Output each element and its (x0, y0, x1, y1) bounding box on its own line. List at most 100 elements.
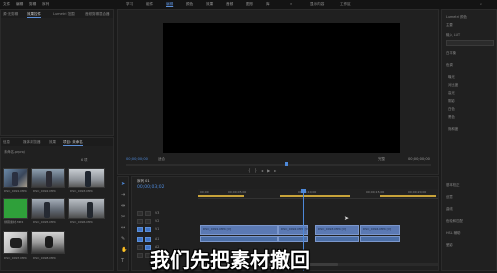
track-target-toggle[interactable] (137, 237, 143, 242)
track-name: V3 (155, 211, 160, 215)
source-tabstrip: 源·无剪辑 效果控件 Lumetri 范围 音频剪辑混合器 (1, 10, 113, 18)
program-timecode-in[interactable]: 00;00;00;00 (126, 157, 148, 161)
section-hsl[interactable]: HSL 辅助 (446, 230, 460, 235)
media-thumbnail[interactable] (31, 198, 65, 219)
ripple-edit-tool-icon[interactable]: ⇹ (121, 203, 125, 209)
section-color-wheels[interactable]: 色轮和匹配 (446, 218, 463, 223)
program-scrub-bar[interactable] (126, 164, 431, 166)
shadows-label: 阴影 (448, 99, 455, 103)
media-thumbnail[interactable] (68, 168, 105, 188)
media-thumbnail[interactable] (68, 198, 105, 219)
menu-sequence[interactable]: 序列 (42, 2, 49, 7)
track-lock-toggle[interactable] (145, 211, 151, 216)
zoom-fit-select[interactable]: 适合 (158, 157, 165, 162)
workspace-graphics[interactable]: 图形 (246, 2, 253, 7)
blacks-label: 黑色 (448, 115, 455, 119)
track-select-tool-icon[interactable]: ⇥ (121, 192, 125, 198)
video-clip[interactable]: DSC_0094.MP4 [V] (360, 225, 400, 235)
ruler-tick-label: 00;00 (200, 190, 209, 194)
media-thumbnail[interactable] (31, 168, 65, 188)
lut-select[interactable] (446, 40, 494, 46)
timeline-timecode[interactable]: 00;00;03;02 (137, 185, 164, 190)
track-target-toggle[interactable] (137, 253, 143, 258)
workspace-editing[interactable]: 编辑 (166, 2, 173, 7)
tab-source[interactable]: 源·无剪辑 (3, 12, 18, 17)
thumbnail-name: DSC_0091.MP4 (4, 189, 27, 193)
time-ruler[interactable]: 00;00 00;00;05;00 00;00;10;00 00;00;15;0… (198, 189, 438, 199)
section-vignette[interactable]: 晕影 (446, 242, 453, 247)
tab-project-active[interactable]: 项目: 未命名 (63, 140, 83, 146)
track-target-toggle[interactable] (137, 227, 143, 232)
audio-clip[interactable] (360, 236, 400, 242)
workspace-effects[interactable]: 效果 (206, 2, 213, 7)
video-clip[interactable]: DSC_0091.MP4 [V] (200, 225, 278, 235)
work-area-bar[interactable] (280, 195, 350, 197)
track-target-toggle[interactable] (137, 211, 143, 216)
clip-label: DSC_0094.MP4 [V] (363, 227, 392, 231)
menu-file[interactable]: 文件 (3, 2, 10, 7)
section-curves[interactable]: 曲线 (446, 206, 453, 211)
type-tool-icon[interactable]: T (121, 258, 124, 264)
track-name: V1 (155, 227, 160, 231)
menu-edit[interactable]: 编辑 (16, 2, 23, 7)
section-creative[interactable]: 创意 (446, 194, 453, 199)
lumetri-primary[interactable]: 主要 (446, 22, 453, 27)
tab-project[interactable]: 信息 (3, 140, 10, 145)
audio-clip[interactable] (315, 236, 359, 242)
track-target-toggle[interactable] (137, 245, 143, 250)
playback-resolution-select[interactable]: 完整 (378, 157, 385, 162)
track-target-toggle[interactable] (137, 219, 143, 224)
saturation-label: 饱和度 (448, 127, 459, 131)
lumetri-title: Lumetri 颜色 (446, 15, 467, 19)
workspace-more[interactable]: » (290, 2, 292, 6)
media-thumbnail[interactable] (3, 168, 28, 188)
workspace-color[interactable]: 颜色 (186, 2, 193, 7)
workspace-menu[interactable]: 工作区 (340, 2, 351, 7)
tools-panel: ➤ ⇥ ⇹ ✂ ↔ ✎ ✋ T (117, 176, 129, 271)
clip-label: DSC_0091.MP4 [V] (203, 227, 232, 231)
slip-tool-icon[interactable]: ↔ (121, 225, 125, 231)
lumetri-input-lut[interactable]: 输入 LUT (446, 32, 460, 37)
media-thumbnail[interactable] (3, 231, 28, 254)
person-figure (44, 202, 50, 218)
project-tabstrip: 信息 媒体浏览器 效果 项目: 未命名 (1, 138, 113, 146)
media-thumbnail[interactable] (3, 198, 28, 219)
track-source-patch[interactable] (145, 237, 151, 242)
razor-tool-icon[interactable]: ✂ (121, 214, 125, 220)
show-content[interactable]: 显示内容 (310, 2, 324, 7)
hand-tool-icon[interactable]: ✋ (121, 247, 127, 253)
project-file-name: 未命名.prproj (4, 150, 25, 154)
person-figure (85, 171, 91, 187)
track-source-patch[interactable] (145, 227, 151, 232)
track-lock-toggle[interactable] (145, 219, 151, 224)
tab-lumetri-scopes[interactable]: Lumetri 范围 (53, 12, 75, 17)
whites-label: 白色 (448, 107, 455, 111)
media-thumbnail[interactable] (31, 231, 65, 254)
timeline-sequence-tab[interactable]: 序列 01 (137, 179, 150, 184)
search-icon[interactable]: ⌕ (480, 2, 482, 6)
work-area-bar[interactable] (198, 195, 244, 197)
program-monitor: 00;00;00;00 适合 完整 00;00;00;00 {}◂▶▸ (117, 9, 439, 175)
program-playhead[interactable] (285, 162, 288, 166)
section-basic[interactable]: 基本校正 (446, 182, 460, 187)
workspace-audio[interactable]: 音频 (226, 2, 233, 7)
track-name: A1 (155, 237, 160, 241)
video-subtitle: 我们先把素材撤回 (150, 248, 310, 272)
tab-audio-clip-mixer[interactable]: 音频剪辑混合器 (85, 12, 110, 17)
pen-tool-icon[interactable]: ✎ (121, 236, 125, 242)
work-area-bar[interactable] (380, 195, 436, 197)
audio-clip[interactable] (200, 236, 278, 242)
tab-effects[interactable]: 效果 (49, 140, 56, 145)
workspace-learn[interactable]: 学习 (126, 2, 133, 7)
menu-clip[interactable]: 剪辑 (29, 2, 36, 7)
person-figure (45, 236, 53, 248)
tab-media-browser[interactable]: 媒体浏览器 (23, 140, 41, 145)
thumbnail-name: DSC_0097.MP4 (4, 256, 27, 260)
step-forward-icon[interactable]: ▸ (274, 168, 280, 173)
video-clip[interactable]: DSC_0093.MP4 [V] (315, 225, 359, 235)
workspace-libraries[interactable]: 库 (266, 2, 270, 7)
tab-effect-controls[interactable]: 效果控件 (27, 12, 41, 18)
workspace-assembly[interactable]: 组件 (146, 2, 153, 7)
selection-tool-icon[interactable]: ➤ (121, 181, 125, 187)
playhead-handle[interactable] (301, 189, 306, 193)
